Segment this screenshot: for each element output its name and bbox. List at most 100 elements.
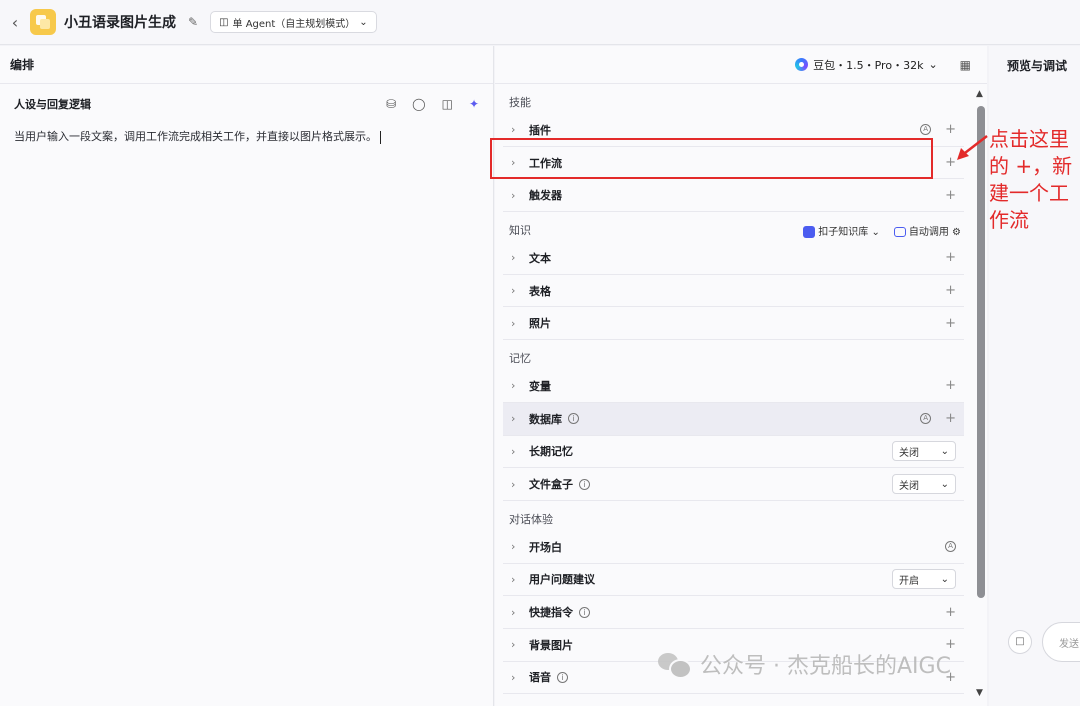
edit-icon[interactable]: ✎	[188, 15, 198, 29]
auto-call-setting[interactable]: 自动调用 ⚙	[893, 223, 961, 239]
add-photo-icon[interactable]: +	[945, 316, 956, 331]
section-title: 编排	[0, 46, 493, 84]
persona-title: 人设与回复逻辑	[14, 98, 91, 111]
kb-source-select[interactable]: 扣子知识库 ⌄	[803, 223, 880, 239]
bulb-icon[interactable]: ◯	[412, 97, 425, 111]
chevron-right-icon: ›	[511, 670, 516, 684]
info-icon[interactable]: i	[557, 671, 568, 683]
long-memory-select[interactable]: 关闭 ⌄	[892, 441, 956, 462]
chevron-down-icon: ⌄	[359, 16, 368, 28]
text-cursor	[380, 130, 381, 144]
agent-mode-select[interactable]: ◫ 单 Agent（自主规划模式） ⌄	[210, 11, 377, 33]
toolbox-icon[interactable]: □	[1008, 630, 1032, 654]
file-box-value: 关闭	[899, 480, 919, 492]
add-database-icon[interactable]: +	[945, 411, 956, 426]
persona-toolbar: ⛁ ◯ ◫ ✦	[386, 97, 479, 111]
group-memory-title: 记忆	[509, 352, 531, 366]
scroll-down-icon[interactable]: ▼	[976, 688, 983, 698]
chevron-right-icon: ›	[511, 379, 516, 393]
kb-icon	[803, 226, 816, 239]
add-table-icon[interactable]: +	[945, 283, 956, 298]
highlight-box	[490, 138, 933, 179]
group-knowledge-title: 知识	[509, 224, 531, 238]
chevron-right-icon: ›	[511, 412, 516, 426]
chevron-right-icon: ›	[511, 638, 516, 652]
chevron-down-icon: ⌄	[940, 445, 949, 457]
shortcut-label: 快捷指令	[529, 606, 573, 620]
persona-editor[interactable]: 当用户输入一段文案，调用工作流完成相关工作，并直接以图片格式展示。	[0, 124, 493, 148]
optimize-icon[interactable]: ✦	[469, 97, 479, 111]
file-box-row[interactable]: › 文件盒子 i 关闭 ⌄	[503, 468, 964, 501]
opening-label: 开场白	[529, 540, 562, 554]
persona-text: 当用户输入一段文案，调用工作流完成相关工作，并直接以图片格式展示。	[14, 130, 377, 143]
app-logo	[30, 9, 56, 35]
chevron-down-icon: ⌄	[940, 478, 949, 490]
app-title: 小丑语录图片生成	[64, 15, 176, 31]
text-label: 文本	[529, 251, 551, 265]
split-view-icon[interactable]: ◫	[442, 97, 453, 111]
preview-title: 预览与调试	[1007, 58, 1068, 73]
wechat-icon	[656, 650, 692, 679]
doubao-icon	[795, 58, 809, 71]
chevron-right-icon: ›	[511, 123, 516, 137]
scrollbar-thumb[interactable]	[977, 106, 985, 598]
template-icon[interactable]: ⛁	[386, 97, 396, 111]
photo-row[interactable]: › 照片 +	[503, 307, 964, 341]
add-shortcut-icon[interactable]: +	[945, 605, 956, 620]
suggestion-label: 用户问题建议	[529, 573, 595, 587]
chevron-down-icon: ⌄	[928, 58, 938, 71]
persona-header: 人设与回复逻辑 ⛁ ◯ ◫ ✦	[0, 84, 493, 124]
opening-row[interactable]: › 开场白 A	[503, 531, 964, 564]
trigger-row[interactable]: › 触发器 +	[503, 179, 964, 213]
variable-label: 变量	[529, 379, 551, 393]
left-panel: 编排 人设与回复逻辑 ⛁ ◯ ◫ ✦ 当用户输入一段文案，调用工作流完成相关工作…	[0, 46, 494, 706]
table-row[interactable]: › 表格 +	[503, 275, 964, 308]
chevron-right-icon: ›	[511, 188, 516, 202]
photo-label: 照片	[529, 317, 551, 331]
chevron-right-icon: ›	[511, 540, 516, 554]
group-skill-title: 技能	[509, 96, 531, 109]
suggestion-value: 开启	[899, 575, 919, 587]
group-dialog-title: 对话体验	[509, 512, 553, 526]
info-icon[interactable]: i	[579, 478, 590, 490]
grid-icon[interactable]: ▦	[960, 58, 971, 72]
long-memory-label: 长期记忆	[529, 445, 573, 459]
model-bar: 豆包・1.5・Pro・32k ⌄ ▦	[495, 46, 987, 84]
scroll-up-icon[interactable]: ▲	[976, 89, 983, 99]
auto-icon[interactable]: A	[945, 541, 956, 553]
shortcut-row[interactable]: › 快捷指令 i +	[503, 596, 964, 629]
info-icon[interactable]: i	[568, 413, 579, 425]
auto-icon[interactable]: A	[920, 413, 932, 425]
auto-icon[interactable]: A	[920, 124, 932, 136]
kb-source-label: 扣子知识库	[818, 227, 869, 239]
file-box-select[interactable]: 关闭 ⌄	[892, 474, 956, 495]
add-text-icon[interactable]: +	[945, 250, 956, 265]
top-bar: ‹ 小丑语录图片生成 ✎ ◫ 单 Agent（自主规划模式） ⌄	[0, 0, 1080, 45]
add-trigger-icon[interactable]: +	[945, 188, 956, 203]
table-label: 表格	[529, 284, 551, 298]
watermark: 公众号 · 杰克船长的AIGC	[656, 648, 951, 680]
model-select[interactable]: 豆包・1.5・Pro・32k ⌄	[795, 57, 938, 73]
text-row[interactable]: › 文本 +	[503, 242, 964, 275]
chevron-right-icon: ›	[511, 572, 516, 586]
send-input[interactable]: 发送	[1042, 622, 1080, 662]
file-box-label: 文件盒子	[529, 478, 573, 492]
add-variable-icon[interactable]: +	[945, 378, 956, 393]
database-row[interactable]: › 数据库 i A +	[503, 402, 964, 436]
chevron-right-icon: ›	[511, 605, 516, 619]
long-memory-row[interactable]: › 长期记忆 关闭 ⌄	[503, 436, 964, 469]
trigger-label: 触发器	[529, 189, 562, 203]
arrow-icon	[957, 135, 988, 160]
suggestion-row[interactable]: › 用户问题建议 开启 ⌄	[503, 564, 964, 597]
variable-row[interactable]: › 变量 +	[503, 370, 964, 403]
plugin-label: 插件	[529, 123, 551, 137]
chevron-right-icon: ›	[511, 477, 516, 491]
auto-call-label: 自动调用	[908, 227, 949, 239]
model-name: 豆包・1.5・Pro・32k	[813, 58, 924, 72]
watermark-text: 公众号 · 杰克船长的AIGC	[700, 654, 951, 679]
chevron-left-icon[interactable]: ‹	[0, 13, 30, 32]
auto-call-icon	[893, 227, 906, 238]
send-placeholder: 发送	[1059, 639, 1079, 650]
suggestion-select[interactable]: 开启 ⌄	[892, 569, 956, 590]
info-icon[interactable]: i	[579, 606, 590, 618]
